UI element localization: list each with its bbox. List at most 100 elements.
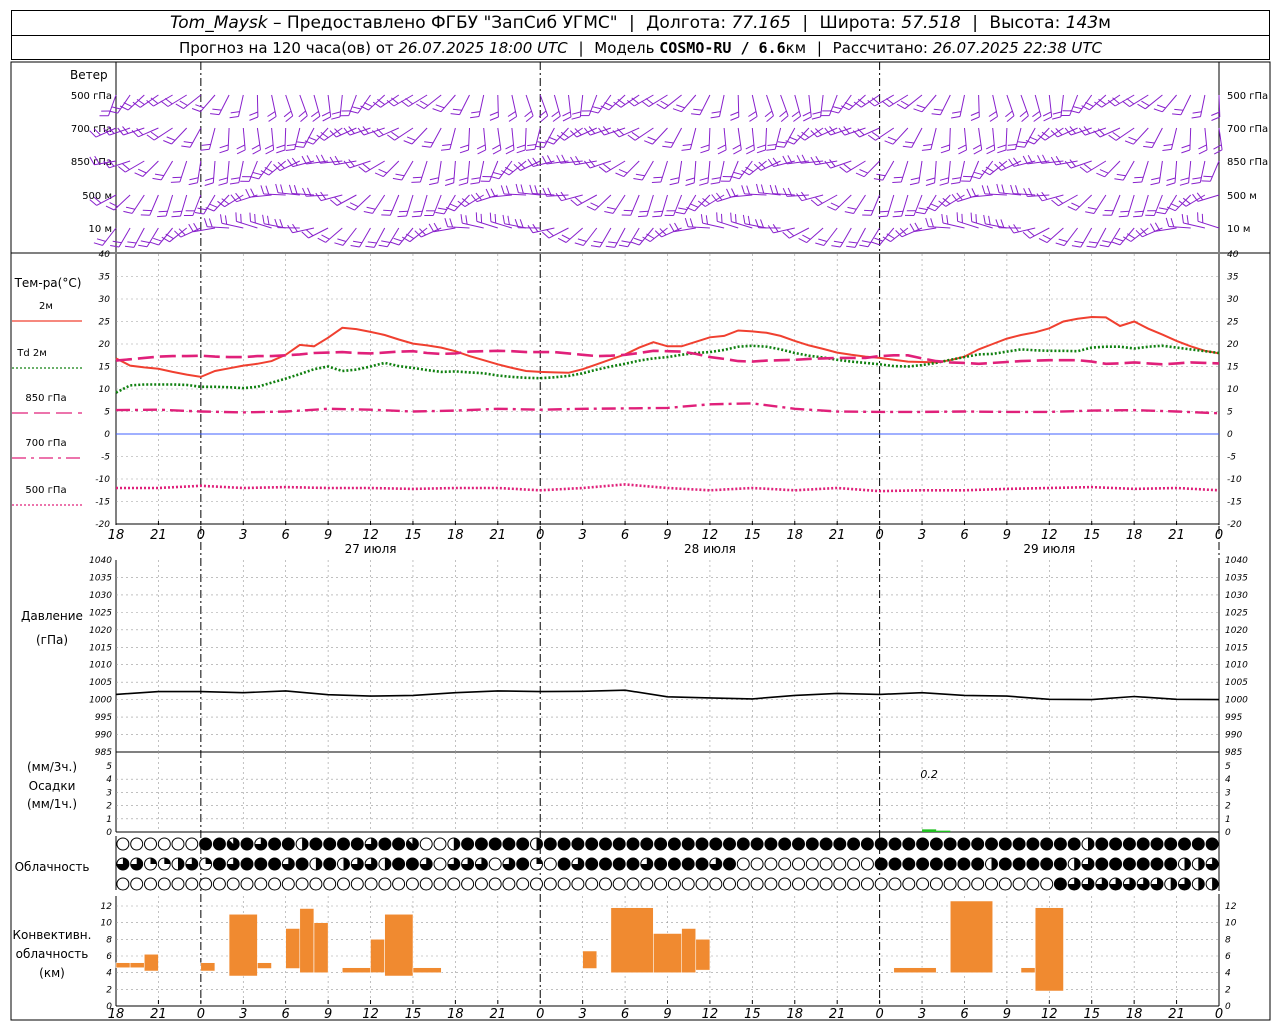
- cloud-symbol: [943, 877, 957, 891]
- wind-barb-shaft: [677, 160, 683, 183]
- wind-barb-feather: [994, 163, 1002, 171]
- cloud-fill: [806, 838, 819, 850]
- cloud-symbol: [295, 877, 309, 891]
- wind-barb-feather: [470, 182, 480, 185]
- cloud-fill: [723, 838, 736, 850]
- wind-barb-feather: [317, 237, 326, 243]
- wind-barb-feather: [505, 185, 510, 195]
- wind-level-right: 850 гПа: [1227, 157, 1268, 168]
- wind-barb-feather: [802, 234, 811, 240]
- wind-barb-feather: [867, 134, 876, 141]
- wind-barb-feather: [1143, 145, 1153, 148]
- wind-barb-feather: [1043, 116, 1052, 122]
- wind-barb-shaft: [453, 160, 456, 183]
- wind-barb-feather: [1198, 149, 1208, 155]
- wind-barb-shaft: [838, 94, 852, 114]
- cloud-fill: [1040, 858, 1053, 870]
- temp-tick-left: 25: [99, 318, 111, 328]
- wind-barb-feather: [125, 206, 136, 210]
- wind-barb-feather: [381, 240, 391, 243]
- wind-barb-shaft: [1005, 127, 1008, 151]
- wind-barb-feather: [378, 244, 388, 248]
- wind-barb-feather: [775, 145, 785, 148]
- wind-barb-shaft: [737, 127, 742, 150]
- wind-barb-feather: [209, 203, 218, 208]
- bottom-time-tick-label: 15: [744, 1007, 761, 1022]
- wind-barb-feather: [334, 242, 344, 246]
- wind-barb-feather: [460, 214, 463, 224]
- wind-barb-feather: [110, 245, 120, 248]
- wind-barb-feather: [267, 215, 270, 225]
- wind-barb-feather: [1055, 156, 1062, 165]
- conv-bar: [370, 939, 385, 973]
- wind-barb-feather: [435, 211, 445, 215]
- wind-barb-shaft: [117, 94, 131, 114]
- cloud-symbol: [488, 877, 502, 891]
- wind-barb-shaft: [218, 94, 230, 115]
- wind-barb-feather: [470, 116, 480, 119]
- wind-barb-feather: [988, 215, 991, 225]
- cloud-fill: [1040, 838, 1053, 850]
- wind-barb-shaft: [227, 127, 230, 151]
- wind-barb-feather: [1029, 136, 1038, 141]
- bottom-time-tick-label: 12: [1041, 1007, 1058, 1022]
- wind-barb-feather: [635, 173, 645, 177]
- wind-barb-shaft: [959, 160, 965, 183]
- wind-barb-feather: [1027, 229, 1035, 237]
- wind-barb-feather: [166, 136, 176, 141]
- wind-barb-feather: [208, 218, 213, 228]
- cloud-fill: [1123, 838, 1136, 850]
- wind-barb-feather: [1114, 237, 1124, 242]
- wind-barb-feather: [1055, 197, 1064, 204]
- wind-barb-feather: [516, 149, 526, 154]
- wind-barb-feather: [171, 215, 181, 218]
- wind-barb-feather: [700, 149, 710, 154]
- wind-barb-feather: [598, 166, 607, 173]
- wind-barb-feather: [717, 144, 726, 150]
- wind-barb-feather: [117, 166, 126, 173]
- temp-time-tick-label: 3: [239, 528, 247, 543]
- wind-barb-shaft: [1093, 194, 1107, 214]
- temp-tick-left: -15: [95, 498, 110, 508]
- cloud-fill: [1151, 838, 1163, 850]
- temp-time-tick-label: 18: [108, 528, 125, 543]
- wind-barb-feather: [280, 184, 284, 194]
- cloud-fill: [764, 838, 777, 850]
- wind-barb-feather: [767, 144, 777, 146]
- wind-barb-shaft: [165, 194, 174, 217]
- wind-barb-feather: [393, 237, 403, 242]
- wind-barb-feather: [229, 182, 239, 185]
- bottom-time-tick-label: 12: [362, 1007, 379, 1022]
- wind-barb-feather: [152, 177, 162, 181]
- cloud-fill: [902, 858, 915, 870]
- cloud-symbol: [502, 877, 516, 891]
- wind-barb-feather: [1052, 111, 1062, 115]
- wind-barb-feather: [489, 116, 499, 121]
- wind-barb-shaft: [131, 194, 145, 214]
- wind-barb-feather: [791, 110, 800, 118]
- temp-tick-left: 10: [99, 385, 111, 395]
- cloud-symbol: [874, 877, 888, 891]
- wind-barb-feather: [780, 115, 789, 122]
- wind-barb-feather: [406, 136, 416, 141]
- wind-barb-feather: [288, 184, 293, 194]
- wind-barb-feather: [1213, 144, 1222, 150]
- wind-barb-shaft: [699, 94, 711, 115]
- wind-barb-feather: [254, 213, 256, 224]
- wind-barb-feather: [429, 177, 439, 181]
- wind-barb-feather: [249, 111, 258, 116]
- conv-bar: [653, 933, 682, 973]
- wind-barb-feather: [753, 163, 762, 171]
- wind-barb-feather: [796, 193, 803, 201]
- wind-barb-feather: [366, 206, 376, 210]
- pressure-tick-left: 1035: [89, 573, 112, 583]
- wind-barb-feather: [815, 242, 825, 246]
- wind-barb-feather: [574, 242, 584, 246]
- temp-time-tick-label: 9: [1003, 528, 1011, 543]
- wind-barb-feather: [1126, 233, 1136, 239]
- wind-barb-shaft: [664, 94, 682, 110]
- cloud-fill: [392, 858, 405, 870]
- temp-tick-right: 10: [1227, 385, 1239, 395]
- wind-barb-feather: [465, 215, 468, 225]
- wind-barb-feather: [435, 104, 445, 109]
